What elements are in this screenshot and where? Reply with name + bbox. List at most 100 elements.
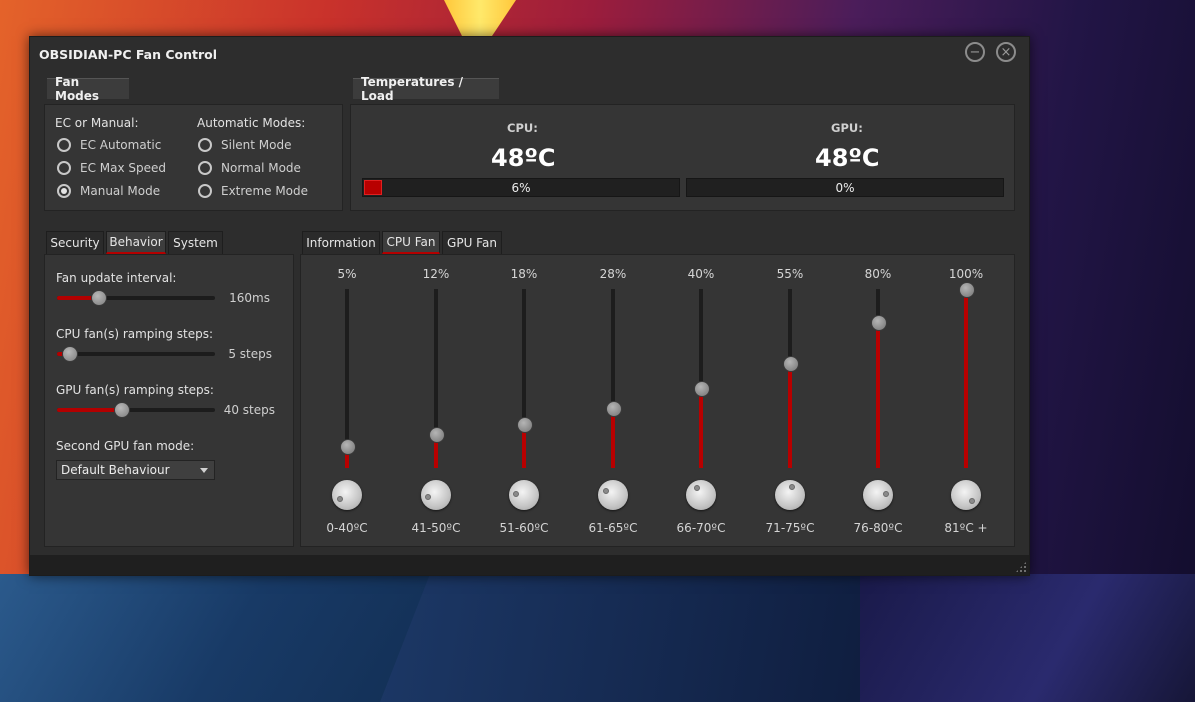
fan-step-slider-thumb[interactable] <box>959 282 975 298</box>
fan-control-window: OBSIDIAN-PC Fan Control − × Fan Modes EC… <box>29 36 1030 576</box>
second-gpu-mode-select[interactable]: Default Behaviour <box>56 460 215 480</box>
radio-dot <box>198 161 212 175</box>
update-interval-value: 160ms <box>229 291 270 305</box>
fan-step-knob[interactable] <box>686 480 716 510</box>
fan-step-knob[interactable] <box>509 480 539 510</box>
gpu-load-bar: 0% <box>686 178 1004 197</box>
knob-indicator <box>694 484 701 491</box>
fan-step-knob[interactable] <box>421 480 451 510</box>
knob-indicator <box>603 487 610 494</box>
fan-step-temp-range: 51-60ºC <box>499 521 549 535</box>
gpu-steps-slider[interactable] <box>57 402 215 418</box>
fan-step-slider-thumb[interactable] <box>340 438 356 455</box>
radio-ec-automatic[interactable]: EC Automatic <box>57 138 161 152</box>
tab-cpu-fan[interactable]: CPU Fan <box>382 231 440 254</box>
wallpaper-shape-right <box>860 574 1195 702</box>
fan-step-percent: 12% <box>422 267 450 281</box>
tab-behavior[interactable]: Behavior <box>106 231 166 254</box>
wallpaper-light-beam <box>444 0 516 36</box>
fan-step-slider-thumb[interactable] <box>871 315 887 331</box>
slider-thumb[interactable] <box>62 346 78 362</box>
fan-step-slider-fill <box>611 407 615 468</box>
radio-manual-mode[interactable]: Manual Mode <box>57 184 160 198</box>
cpu-load-text: 6% <box>511 181 531 195</box>
temperatures-header: Temperatures / Load <box>353 75 499 103</box>
close-button[interactable]: × <box>996 42 1016 62</box>
radio-label: Silent Mode <box>221 138 292 152</box>
status-bar <box>30 555 1029 575</box>
select-value: Default Behaviour <box>61 463 170 477</box>
knob-indicator <box>882 490 889 497</box>
minimize-button[interactable]: − <box>965 42 985 62</box>
tab-gpu-fan[interactable]: GPU Fan <box>442 231 502 254</box>
radio-extreme-mode[interactable]: Extreme Mode <box>198 184 308 198</box>
fan-step-knob[interactable] <box>863 480 893 510</box>
fan-step-knob[interactable] <box>332 480 362 510</box>
tab-system[interactable]: System <box>168 231 223 254</box>
fan-step-temp-range: 41-50ºC <box>411 521 461 535</box>
fan-step-slider-thumb[interactable] <box>517 417 533 434</box>
tab-information[interactable]: Information <box>302 231 380 254</box>
fan-step-slider-thumb[interactable] <box>694 381 710 397</box>
automatic-modes-label: Automatic Modes: <box>197 116 306 130</box>
close-icon: × <box>1000 44 1012 60</box>
fan-step-temp-range: 61-65ºC <box>588 521 638 535</box>
radio-label: EC Max Speed <box>80 161 167 175</box>
fan-step-percent: 40% <box>687 267 715 281</box>
knob-indicator <box>337 496 344 503</box>
ec-manual-label: EC or Manual: <box>55 116 139 130</box>
radio-normal-mode[interactable]: Normal Mode <box>198 161 301 175</box>
radio-dot <box>57 161 71 175</box>
tab-security[interactable]: Security <box>46 231 104 254</box>
cpu-load-bar: 6% <box>362 178 680 197</box>
radio-label: Normal Mode <box>221 161 301 175</box>
wallpaper-shape-mid <box>380 574 880 702</box>
radio-dot-selected <box>57 184 71 198</box>
fan-step-slider-thumb[interactable] <box>429 427 445 444</box>
fan-step-percent: 55% <box>776 267 804 281</box>
radio-dot <box>57 138 71 152</box>
fan-step-slider-thumb[interactable] <box>606 400 622 417</box>
fan-modes-panel: EC or Manual: Automatic Modes: EC Automa… <box>44 104 343 211</box>
knob-indicator <box>968 497 975 504</box>
fan-step-percent: 28% <box>599 267 627 281</box>
cpu-fan-curve-panel: 5% 0-40ºC 12% 41-50ºC 18% 51-60ºC 28% 61-65ºC 40… <box>300 254 1015 547</box>
second-gpu-mode-label: Second GPU fan mode: <box>56 439 195 453</box>
gpu-steps-value: 40 steps <box>223 403 275 417</box>
fan-step-temp-range: 66-70ºC <box>676 521 726 535</box>
slider-thumb[interactable] <box>114 402 130 418</box>
cpu-steps-slider[interactable] <box>57 346 215 362</box>
fan-modes-header: Fan Modes <box>47 75 129 103</box>
knob-indicator <box>513 491 520 498</box>
fan-step-knob[interactable] <box>598 480 628 510</box>
fan-step-slider-fill <box>788 363 792 468</box>
fan-step-percent: 5% <box>337 267 357 281</box>
gpu-temp-value: 48ºC <box>815 144 880 172</box>
knob-indicator <box>425 493 432 500</box>
slider-thumb[interactable] <box>91 290 107 306</box>
fan-step-slider-thumb[interactable] <box>783 356 799 373</box>
fan-step-percent: 18% <box>510 267 538 281</box>
update-interval-label: Fan update interval: <box>56 271 177 285</box>
fan-step-temp-range: 0-40ºC <box>326 521 368 535</box>
behavior-panel: Fan update interval: 160ms CPU fan(s) ra… <box>44 254 294 547</box>
fan-step-knob[interactable] <box>951 480 981 510</box>
slider-fill <box>57 408 121 412</box>
fan-step-percent: 100% <box>948 267 984 281</box>
chevron-down-icon <box>200 468 208 473</box>
fan-step-slider-fill <box>876 322 880 468</box>
fan-step-temp-range: 71-75ºC <box>765 521 815 535</box>
radio-dot <box>198 184 212 198</box>
fan-step-knob[interactable] <box>775 480 805 510</box>
fan-step-slider-fill <box>964 289 968 468</box>
gpu-load-text: 0% <box>835 181 855 195</box>
resize-grip-icon[interactable] <box>1015 561 1027 573</box>
cpu-steps-label: CPU fan(s) ramping steps: <box>56 327 214 341</box>
fan-step-temp-range: 76-80ºC <box>853 521 903 535</box>
radio-label: Extreme Mode <box>221 184 309 198</box>
radio-silent-mode[interactable]: Silent Mode <box>198 138 292 152</box>
cpu-steps-value: 5 steps <box>228 347 272 361</box>
temperatures-panel: CPU: 48ºC 6% GPU: 48ºC 0% <box>350 104 1015 211</box>
update-interval-slider[interactable] <box>57 290 215 306</box>
radio-ec-max-speed[interactable]: EC Max Speed <box>57 161 166 175</box>
